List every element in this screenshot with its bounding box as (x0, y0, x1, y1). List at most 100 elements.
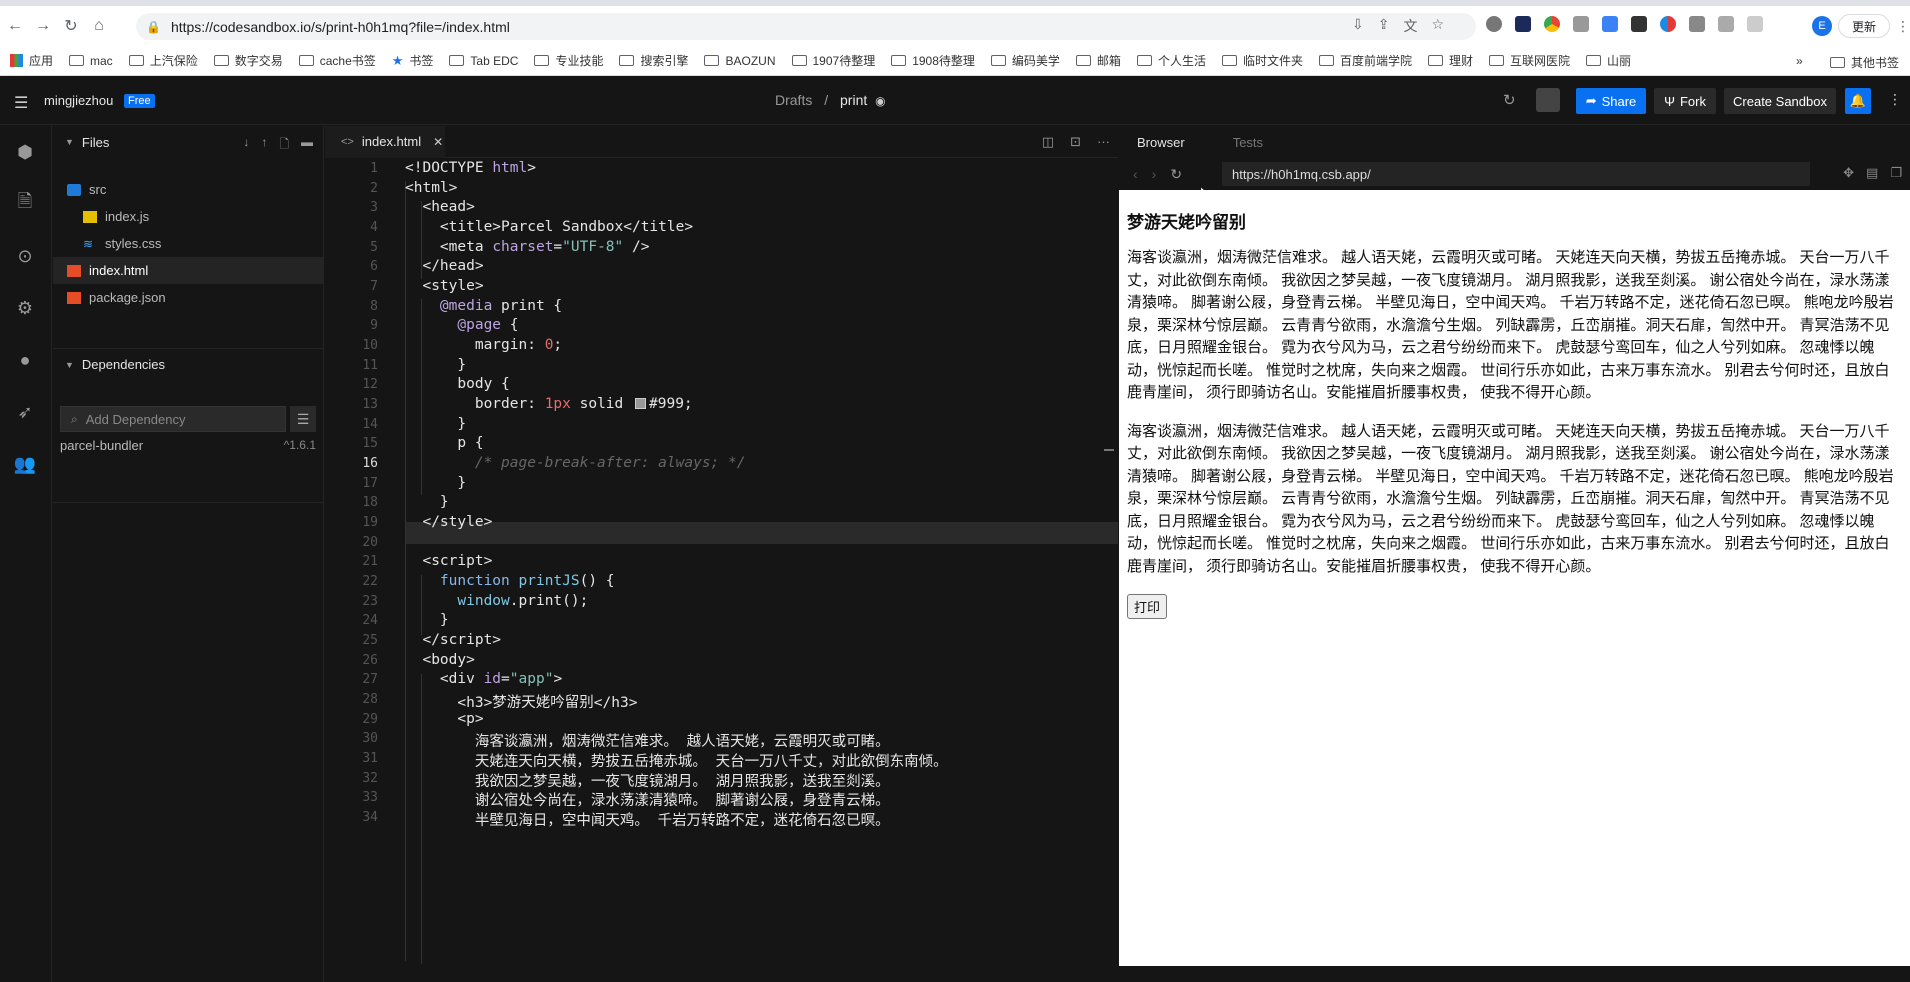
profile-avatar[interactable]: E (1812, 16, 1832, 36)
bookmark-item[interactable]: 专业技能 (534, 52, 603, 69)
more-icon[interactable]: ⋮ (1888, 91, 1902, 108)
search-icon[interactable]: ⊙ (13, 244, 37, 268)
bookmark-item[interactable]: cache书签 (298, 52, 376, 69)
bookmark-item[interactable]: 搜索引擎 (619, 52, 688, 69)
folder-icon (619, 55, 635, 66)
extension-icon[interactable] (1515, 16, 1531, 32)
username[interactable]: mingjiezhou (44, 93, 113, 108)
sandbox-name[interactable]: print (840, 92, 867, 108)
color-swatch[interactable] (635, 398, 646, 409)
reload-icon[interactable]: ↻ (1170, 166, 1182, 183)
github-icon[interactable]: ● (13, 348, 37, 372)
tab-tests[interactable]: Tests (1233, 135, 1263, 150)
browser-menu-icon[interactable]: ⋮ (1896, 18, 1910, 35)
bookmark-item[interactable]: 邮箱 (1075, 52, 1121, 69)
bookmark-item[interactable]: 互联网医院 (1489, 52, 1570, 69)
list-icon[interactable]: ☰ (290, 406, 316, 432)
file-name: src (89, 182, 107, 197)
sidebar-icon[interactable] (1747, 16, 1763, 32)
chevron-left-icon[interactable]: ‹ (1133, 166, 1138, 182)
bookmark-item[interactable]: 百度前端学院 (1318, 52, 1412, 69)
bookmark-item[interactable]: 山丽 (1586, 52, 1631, 69)
bookmark-item[interactable]: BAOZUN (704, 54, 776, 68)
file-tree-item[interactable]: package.json (53, 284, 324, 311)
bookmark-item[interactable]: 1907待整理 (791, 52, 875, 69)
bookmark-item[interactable]: 数字交易 (213, 52, 283, 69)
more-icon[interactable]: ··· (1097, 134, 1110, 150)
bookmark-star-icon[interactable]: ☆ (1431, 16, 1444, 36)
sort-down-icon[interactable]: ↓ (243, 135, 249, 156)
install-icon[interactable]: ⇩ (1352, 16, 1364, 36)
browser-address-bar[interactable]: 🔒 https://codesandbox.io/s/print-h0h1mq?… (136, 13, 1476, 40)
cube-icon[interactable]: ⬢ (13, 140, 37, 164)
devtools-icon[interactable]: ▤ (1866, 165, 1878, 181)
preview-icon[interactable]: ⊡ (1070, 134, 1081, 150)
menu-icon[interactable]: ☰ (14, 93, 28, 113)
share-button[interactable]: ➦ Share (1576, 88, 1646, 114)
extension-icon[interactable] (1486, 16, 1502, 32)
bookmark-item[interactable]: 临时文件夹 (1221, 52, 1303, 69)
bookmark-item[interactable]: 编码美学 (990, 52, 1060, 69)
fork-button[interactable]: Ψ Fork (1654, 88, 1716, 114)
create-sandbox-button[interactable]: Create Sandbox (1724, 88, 1836, 114)
bookmark-item[interactable]: 理财 (1427, 52, 1473, 69)
code-line: p { (405, 435, 484, 451)
bookmark-item[interactable]: 个人生活 (1136, 52, 1206, 69)
bookmarks-overflow-icon[interactable]: » (1796, 54, 1803, 68)
extension-icon[interactable] (1689, 16, 1705, 32)
file-tree-item-active[interactable]: index.html (53, 257, 324, 284)
breadcrumb-drafts[interactable]: Drafts (775, 92, 812, 108)
bookmark-item[interactable]: Tab EDC (449, 54, 518, 68)
dependencies-section-header[interactable]: ▼ Dependencies (53, 348, 324, 380)
extension-icon[interactable] (1660, 16, 1676, 32)
extension-icon[interactable] (1544, 16, 1560, 32)
code-line: </style> (405, 514, 493, 530)
other-bookmarks[interactable]: 其他书签 (1830, 54, 1899, 71)
file-tree-item[interactable]: index.js (53, 203, 324, 230)
users-icon[interactable]: 👥 (13, 452, 37, 476)
folder-icon (990, 55, 1006, 66)
refresh-icon[interactable]: ↻ (1503, 91, 1516, 109)
new-file-icon[interactable]: 🗋 (279, 135, 289, 156)
translate-icon[interactable]: 文 (1403, 16, 1417, 36)
new-folder-icon[interactable]: ▬ (301, 135, 313, 156)
home-icon[interactable]: ⌂ (86, 13, 112, 39)
code-area[interactable]: <!DOCTYPE html> <html> <head> <title>Par… (325, 159, 1118, 982)
preview-url-input[interactable]: https://h0h1mq.csb.app/ (1222, 162, 1810, 186)
update-button[interactable]: 更新 (1838, 14, 1890, 38)
puzzle-icon[interactable] (1718, 16, 1734, 32)
bookmark-item[interactable]: 应用 (10, 52, 53, 69)
qr-code-icon[interactable] (1631, 16, 1647, 32)
camera-icon[interactable] (1573, 16, 1589, 32)
open-new-window-icon[interactable]: ❐ (1890, 165, 1902, 181)
bookmark-item[interactable]: ★ 书签 (392, 52, 434, 69)
forward-icon[interactable]: → (30, 13, 56, 39)
move-icon[interactable]: ✥ (1843, 165, 1854, 181)
tab-browser[interactable]: Browser (1137, 135, 1185, 150)
notifications-icon[interactable]: 🔔 (1845, 88, 1871, 114)
scrollbar-thumb[interactable] (1104, 449, 1114, 451)
dependency-item[interactable]: parcel-bundler ^1.6.1 (60, 438, 316, 453)
share-page-icon[interactable]: ⇪ (1378, 16, 1390, 36)
back-icon[interactable]: ← (2, 13, 28, 39)
chevron-right-icon[interactable]: › (1152, 166, 1157, 182)
bookmark-label: mac (90, 53, 113, 68)
tab-index-html[interactable]: <> index.html ✕ (325, 126, 445, 158)
bookmark-item[interactable]: 上汽保险 (128, 52, 198, 69)
extension-icon[interactable] (1602, 16, 1618, 32)
line-number: 27 (362, 672, 378, 687)
reload-icon[interactable]: ↻ (58, 13, 84, 39)
split-view-icon[interactable]: ◫ (1042, 134, 1054, 150)
bookmark-item[interactable]: 1908待整理 (891, 52, 975, 69)
upload-icon[interactable]: ↑ (261, 135, 267, 156)
user-avatar[interactable] (1536, 88, 1560, 112)
file-tree-item[interactable]: ≋ styles.css (53, 230, 324, 257)
file-icon[interactable]: 🗎 (13, 191, 37, 216)
print-button[interactable]: 打印 (1127, 594, 1168, 619)
gear-icon[interactable]: ⚙ (13, 296, 37, 320)
add-dependency-input[interactable]: ⌕ Add Dependency (60, 406, 286, 432)
file-tree-item[interactable]: src (53, 176, 324, 203)
close-icon[interactable]: ✕ (433, 135, 443, 149)
bookmark-item[interactable]: mac (69, 54, 113, 68)
rocket-icon[interactable]: ➶ (13, 400, 37, 424)
